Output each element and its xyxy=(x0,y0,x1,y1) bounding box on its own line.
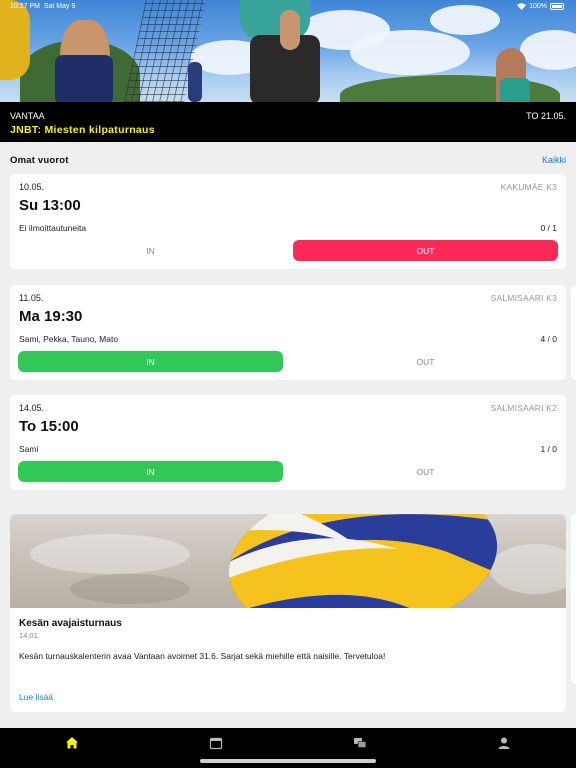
next-card-peek xyxy=(571,285,576,380)
shift-court: SALMISAARI K3 xyxy=(490,293,557,303)
shift-count: 4 / 0 xyxy=(540,334,557,344)
shift-time: Su 13:00 xyxy=(19,197,81,214)
shift-card[interactable]: 11.05. SALMISAARI K3 Ma 19:30 Sami, Pekk… xyxy=(10,285,566,380)
home-indicator xyxy=(200,759,376,763)
news-body: Kesän turnauskalenterin avaa Vantaan avo… xyxy=(19,651,386,661)
in-button[interactable]: IN xyxy=(18,461,283,482)
shift-date: 10.05. xyxy=(19,182,45,192)
hero-image: 10:27 PM Sat May 9 100% xyxy=(0,0,576,102)
news-image xyxy=(10,514,566,608)
calendar-icon[interactable] xyxy=(209,736,223,750)
tournament-name: JNBT: Miesten kilpaturnaus xyxy=(10,124,155,136)
shift-time: To 15:00 xyxy=(19,418,79,435)
shift-time: Ma 19:30 xyxy=(19,308,83,325)
shift-count: 1 / 0 xyxy=(540,444,557,454)
home-icon[interactable] xyxy=(65,736,79,750)
status-right: 100% xyxy=(517,3,564,10)
status-time: 10:27 PM Sat May 9 xyxy=(10,3,75,10)
shift-card[interactable]: 10.05. KAKUMÄE K3 Su 13:00 Ei ilmoittaut… xyxy=(10,174,566,269)
in-button[interactable]: IN xyxy=(18,240,283,261)
status-bar: 10:27 PM Sat May 9 100% xyxy=(0,0,576,14)
tournament-header[interactable]: VANTAA JNBT: Miesten kilpaturnaus TO 21.… xyxy=(0,102,576,142)
shift-players: Sami xyxy=(19,444,39,454)
shift-court: SALMISAARI K2 xyxy=(490,403,557,413)
status-time-text: 10:27 PM xyxy=(10,3,40,10)
out-button[interactable]: OUT xyxy=(293,240,558,261)
status-date-text: Sat May 9 xyxy=(43,3,76,10)
battery-icon xyxy=(550,3,564,10)
next-news-peek xyxy=(571,514,576,684)
shift-court: KAKUMÄE K3 xyxy=(500,182,557,192)
news-title: Kesän avajaisturnaus xyxy=(19,618,122,629)
tournament-location: VANTAA xyxy=(10,111,45,121)
all-link[interactable]: Kaikki xyxy=(542,155,566,165)
shift-players: Ei ilmoittautuneita xyxy=(19,223,87,233)
tournament-date: TO 21.05. xyxy=(526,111,566,121)
out-button[interactable]: OUT xyxy=(293,461,558,482)
out-button[interactable]: OUT xyxy=(293,351,558,372)
shift-card[interactable]: 14.05. SALMISAARI K2 To 15:00 Sami 1 / 0… xyxy=(10,395,566,490)
shift-count: 0 / 1 xyxy=(540,223,557,233)
profile-icon[interactable] xyxy=(497,736,511,750)
shift-players: Sami, Pekka, Tauno, Mato xyxy=(19,334,119,344)
in-button[interactable]: IN xyxy=(18,351,283,372)
news-card[interactable]: Kesän avajaisturnaus 14.01. Kesän turnau… xyxy=(10,514,566,712)
chat-icon[interactable] xyxy=(353,736,367,750)
section-title: Omat vuorot xyxy=(10,155,69,166)
news-date: 14.01. xyxy=(19,631,40,640)
shift-date: 11.05. xyxy=(19,293,44,303)
volleyball-graphic xyxy=(218,514,508,608)
shift-date: 14.05. xyxy=(19,403,45,413)
wifi-icon xyxy=(517,3,527,10)
battery-percent: 100% xyxy=(529,3,547,10)
read-more-link[interactable]: Lue lisää xyxy=(19,692,53,702)
